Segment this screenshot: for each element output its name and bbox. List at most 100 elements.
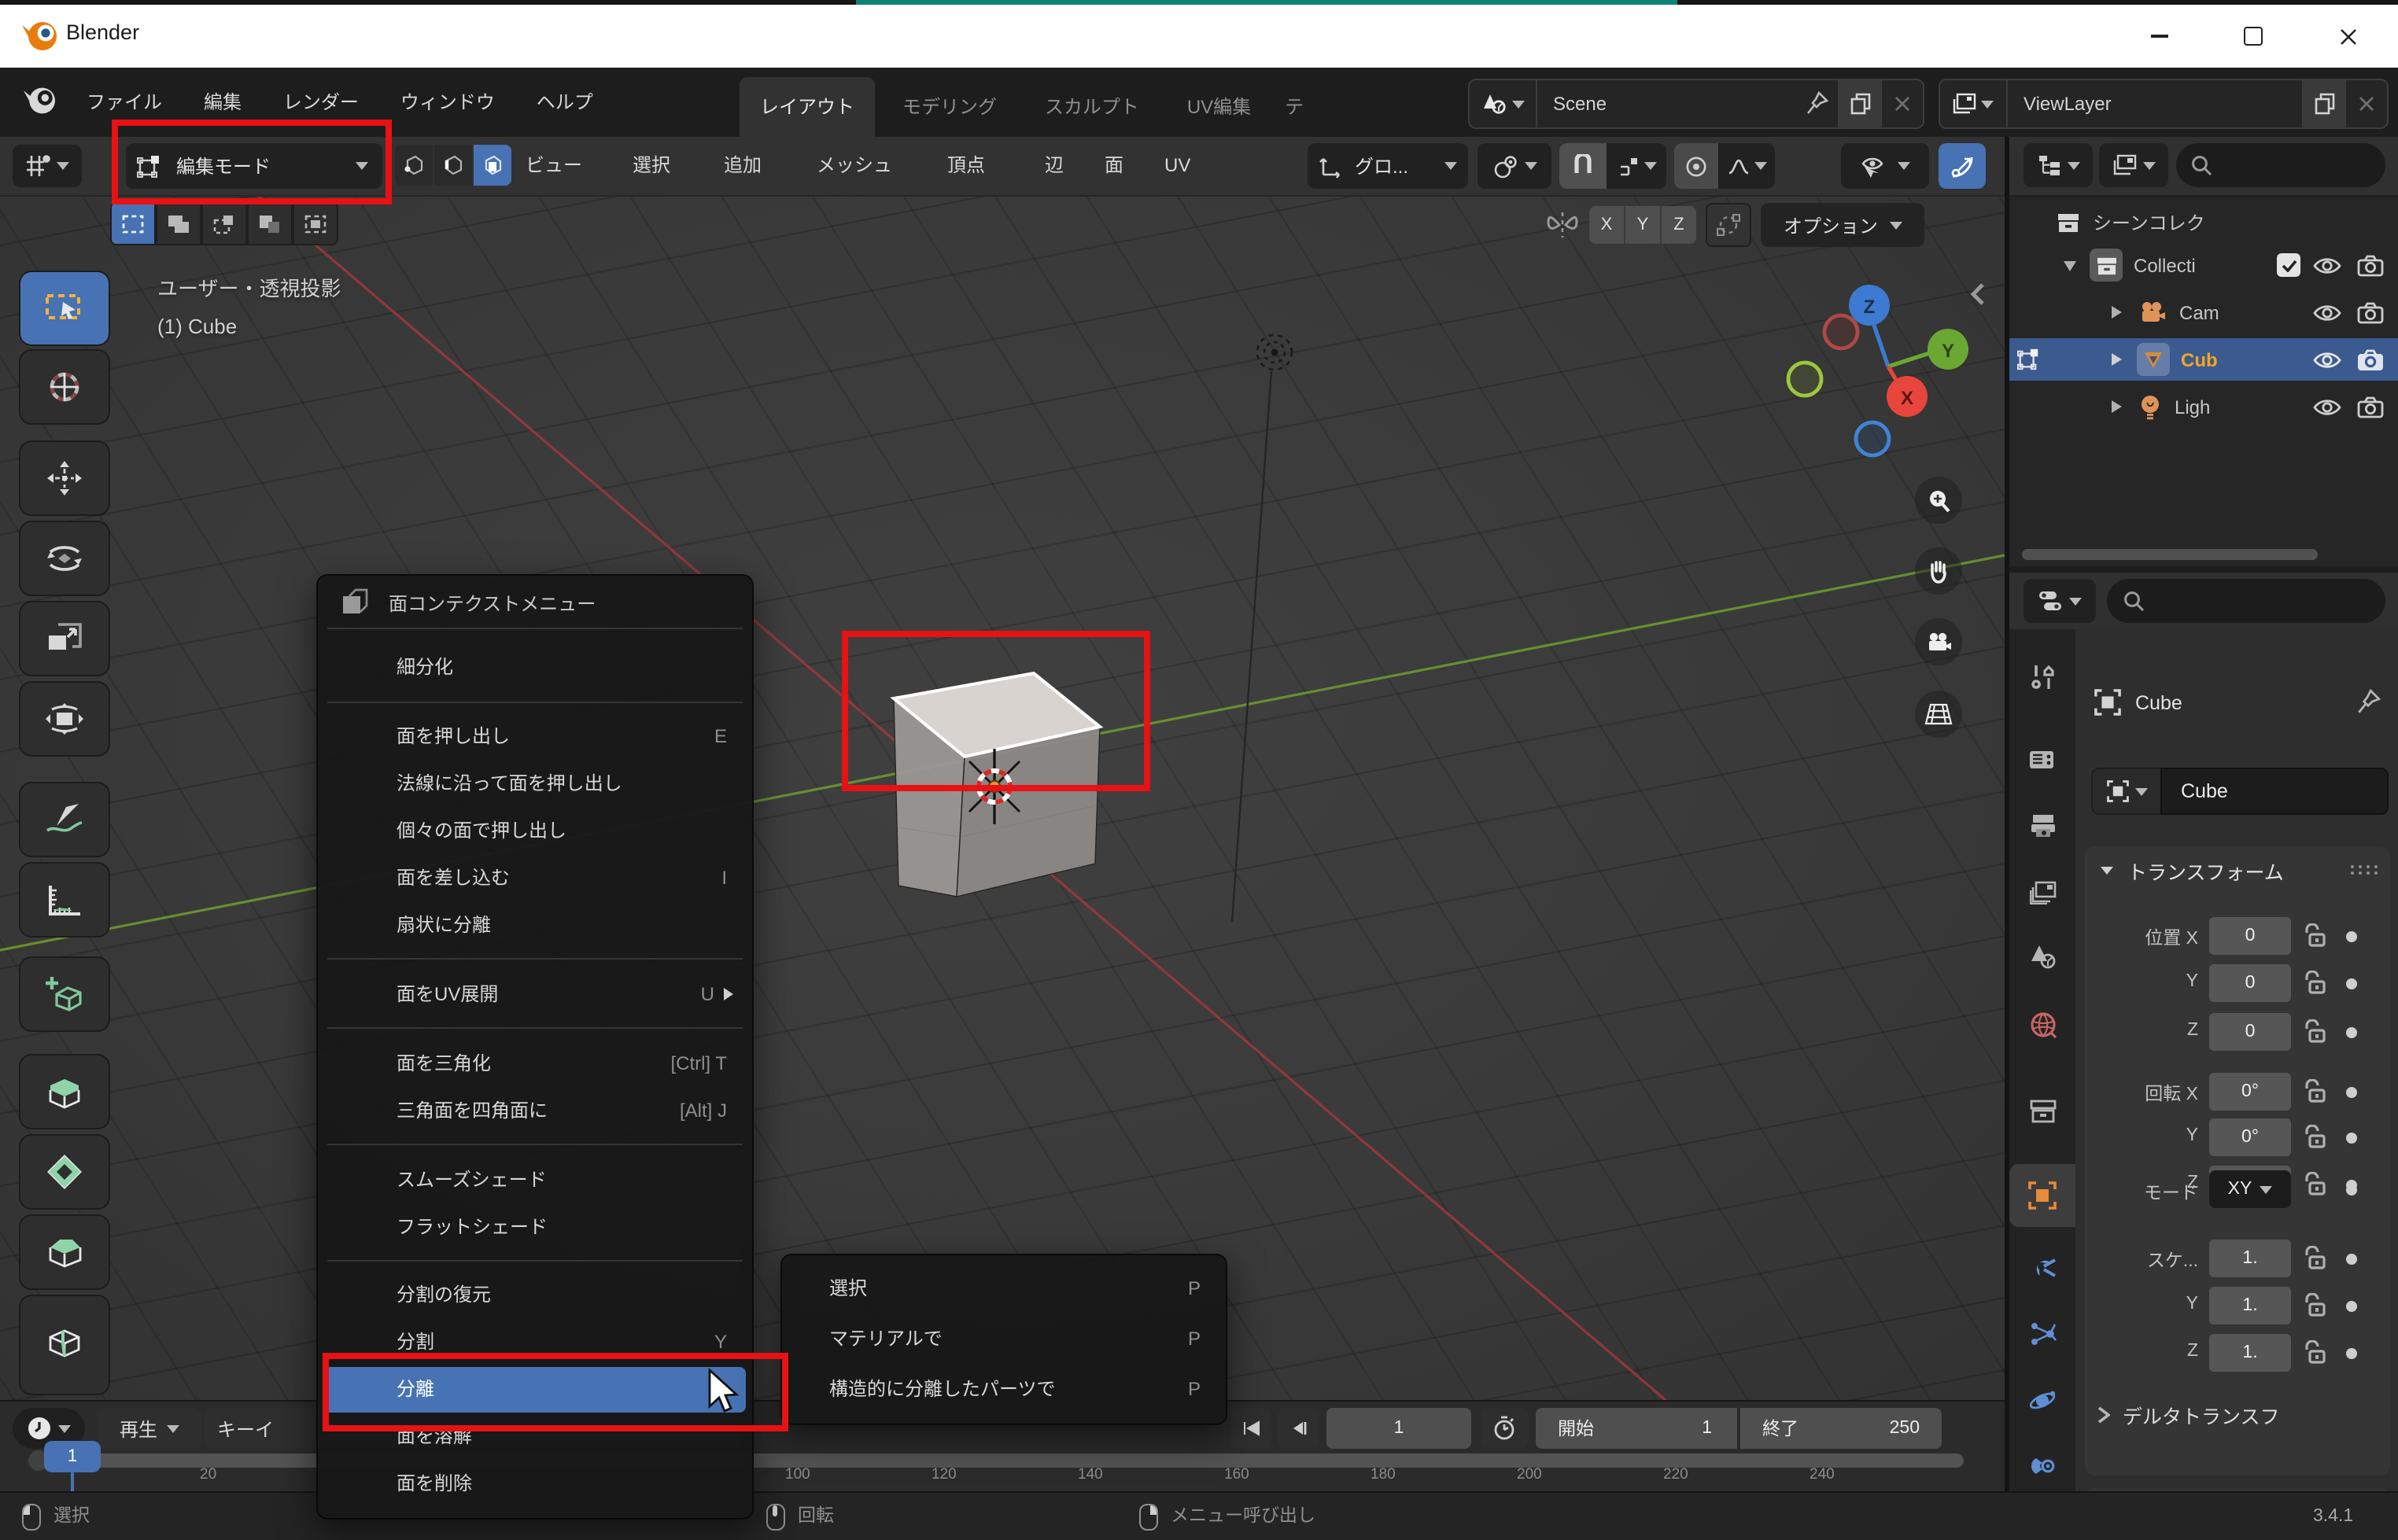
snap-toggle-button[interactable] [1559, 143, 1607, 189]
menu-item-inset-faces[interactable]: 面を差し込む I [324, 856, 746, 901]
hide-eye-icon[interactable] [2313, 303, 2341, 322]
tab-particles[interactable] [2009, 1302, 2075, 1365]
tool-cursor[interactable] [20, 351, 109, 423]
pin-icon[interactable] [2356, 689, 2381, 716]
prev-keyframe-button[interactable] [1278, 1408, 1319, 1449]
render-visibility-icon[interactable] [2357, 254, 2384, 276]
tab-sculpting[interactable]: スカルプト [1024, 77, 1160, 137]
keying-dropdown[interactable]: キーイ [205, 1408, 315, 1449]
lock-icon[interactable] [2304, 1293, 2327, 1318]
tool-add-cube[interactable] [20, 958, 109, 1030]
disclosure-open-icon[interactable] [2063, 259, 2077, 271]
menu-select[interactable]: 選択 [633, 137, 670, 195]
gizmo-toggle-button[interactable] [1939, 143, 1986, 189]
tool-measure[interactable] [20, 864, 109, 936]
hide-eye-icon[interactable] [2313, 397, 2341, 416]
tool-select-box[interactable] [20, 272, 109, 344]
menu-item-uv-unwrap[interactable]: 面をUV展開 U [324, 972, 746, 1018]
scene-browse-button[interactable] [1470, 80, 1537, 127]
select-mode-face-button[interactable] [474, 145, 511, 186]
tab-collection-props[interactable] [2009, 1079, 2075, 1142]
menu-edge[interactable]: 辺 [1045, 137, 1064, 195]
animate-dot[interactable] [2346, 1301, 2357, 1312]
tweak-fallback-5-button[interactable] [293, 201, 338, 245]
playhead-marker[interactable]: 1 [44, 1441, 101, 1472]
viewport-pan-button[interactable] [1915, 547, 1962, 595]
tab-modifiers[interactable] [2009, 1236, 2075, 1299]
lock-icon[interactable] [2304, 1340, 2327, 1365]
select-mode-vertex-button[interactable] [395, 145, 433, 186]
hide-eye-icon[interactable] [2313, 350, 2341, 369]
gizmo-neg-y[interactable] [1786, 360, 1824, 398]
current-frame-field[interactable]: 1 [1326, 1408, 1471, 1449]
tab-layout[interactable]: レイアウト [740, 77, 876, 137]
outliner-row-light[interactable]: Ligh [2009, 385, 2398, 428]
tab-viewlayer[interactable] [2009, 860, 2075, 923]
disclosure-closed-icon[interactable] [2110, 400, 2123, 414]
jump-to-start-button[interactable] [1230, 1408, 1271, 1449]
proportional-edit-toggle[interactable] [1674, 143, 1718, 189]
animate-dot[interactable] [2346, 1027, 2357, 1038]
navigation-gizmo[interactable]: Z Y X [1762, 252, 1998, 472]
animate-dot[interactable] [2346, 1254, 2357, 1265]
menu-face[interactable]: 面 [1105, 137, 1123, 195]
properties-search-field[interactable] [2107, 579, 2385, 623]
menu-uv[interactable]: UV [1164, 137, 1190, 195]
viewlayer-browse-button[interactable] [1940, 80, 2008, 127]
disclosure-closed-icon[interactable] [2110, 305, 2123, 319]
close-button[interactable] [2316, 5, 2379, 68]
tab-texture-paint[interactable]: テ [1278, 77, 1310, 137]
outliner-row-scene-collection[interactable]: シーンコレク [2009, 201, 2398, 244]
tool-transform[interactable] [20, 683, 109, 755]
outliner-hscrollbar[interactable] [2022, 549, 2318, 560]
select-mode-edge-button[interactable] [434, 145, 472, 186]
tool-bevel[interactable] [20, 1216, 109, 1288]
lock-icon[interactable] [2304, 1125, 2327, 1150]
lock-icon[interactable] [2304, 1246, 2327, 1271]
transform-value-field[interactable]: 0 [2209, 964, 2291, 1002]
animate-dot[interactable] [2346, 931, 2357, 942]
transform-value-field[interactable]: 1. [2209, 1287, 2291, 1324]
viewport-camera-button[interactable] [1915, 618, 1962, 665]
grip-dots-icon[interactable] [2349, 864, 2378, 876]
viewport-zoom-button[interactable] [1915, 477, 1962, 524]
menu-item-shade-flat[interactable]: フラットシェード [324, 1205, 746, 1251]
minimize-button[interactable] [2127, 5, 2190, 68]
tool-annotate[interactable] [20, 783, 109, 856]
tab-output[interactable] [2009, 794, 2075, 857]
menu-help[interactable]: ヘルプ [519, 68, 611, 137]
outliner-display-mode-button[interactable] [2024, 143, 2093, 187]
transform-panel-header[interactable]: トランスフォーム [2085, 846, 2390, 893]
submenu-item-selection[interactable]: 選択 P [788, 1265, 1219, 1312]
blender-app-icon[interactable] [19, 85, 60, 116]
mirror-x-button[interactable]: X [1589, 206, 1625, 244]
use-preview-range-button[interactable] [1481, 1408, 1528, 1449]
transform-value-field[interactable]: 1. [2209, 1240, 2291, 1277]
scene-unlink-button[interactable] [1882, 80, 1923, 127]
tool-rotate[interactable] [20, 522, 109, 595]
delta-transform-header[interactable]: デルタトランスフ [2097, 1400, 2280, 1430]
pin-icon[interactable] [1805, 91, 1828, 116]
viewport-ortho-button[interactable] [1915, 691, 1962, 738]
outliner-row-collection[interactable]: Collecti [2009, 244, 2398, 286]
render-visibility-icon[interactable] [2357, 348, 2384, 370]
mode-animate-dot[interactable] [2346, 1184, 2357, 1196]
frame-start-field[interactable]: 開始 1 [1536, 1408, 1737, 1449]
outliner-search-field[interactable] [2176, 143, 2385, 187]
menu-vertex[interactable]: 頂点 [947, 137, 985, 195]
tweak-fallback-1-button[interactable] [110, 201, 156, 245]
render-visibility-icon[interactable] [2357, 301, 2384, 323]
pivot-dropdown[interactable] [1478, 143, 1551, 189]
snap-settings-dropdown[interactable] [1607, 143, 1666, 189]
transform-value-field[interactable]: 0° [2209, 1118, 2291, 1156]
menu-add[interactable]: 追加 [724, 137, 762, 195]
menu-view[interactable]: ビュー [526, 137, 582, 195]
mirror-y-button[interactable]: Y [1625, 206, 1662, 244]
proportional-connected-button[interactable] [1706, 203, 1751, 247]
tab-modeling[interactable]: モデリング [882, 77, 1017, 137]
menu-item-poke-faces[interactable]: 扇状に分離 [324, 903, 746, 949]
menu-item-unsplit[interactable]: 分割の復元 [324, 1273, 746, 1318]
menu-item-shade-smooth[interactable]: スムーズシェード [324, 1158, 746, 1203]
tab-uv-editing[interactable]: UV編集 [1167, 77, 1271, 137]
tweak-fallback-4-button[interactable] [247, 201, 293, 245]
